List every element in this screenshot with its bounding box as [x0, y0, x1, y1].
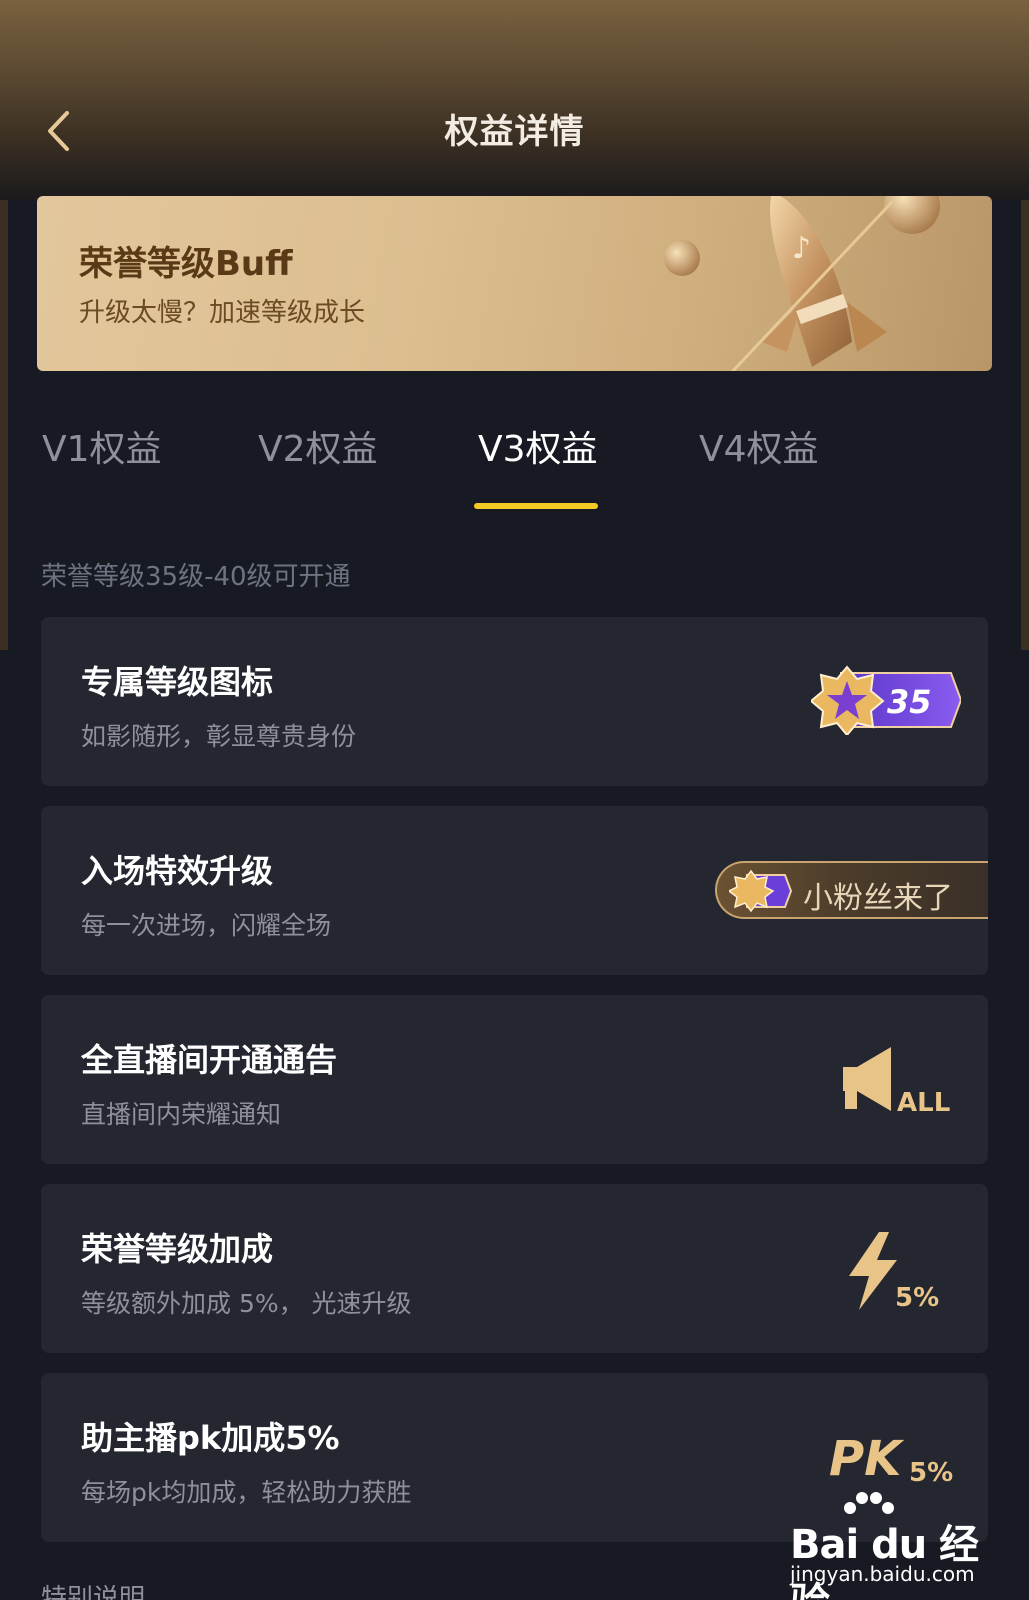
svg-text:♪: ♪ — [792, 231, 811, 266]
level-badge-icon — [729, 869, 793, 913]
app-screen: 权益详情 荣誉等级Buff 升级太慢？加速等级成长 ♪ V1权益 V2权益 V3… — [0, 0, 1029, 1600]
level-badge-icon: 35 — [811, 665, 961, 735]
benefit-title: 荣誉等级加成 — [81, 1230, 274, 1268]
announcement-all-text: ALL — [897, 1088, 950, 1115]
benefit-title: 专属等级图标 — [81, 663, 274, 701]
benefit-subtitle: 等级额外加成 5%， 光速升级 — [81, 1289, 412, 1318]
rocket-illustration: ♪ — [664, 196, 940, 371]
benefit-subtitle: 每场pk均加成，轻松助力获胜 — [81, 1478, 412, 1507]
lightning-icon: 5% — [849, 1232, 939, 1312]
pk-percent-text: 5% — [909, 1458, 953, 1488]
tab-v1[interactable]: V1权益 — [42, 420, 162, 472]
benefit-title: 助主播pk加成5% — [81, 1419, 340, 1457]
benefit-card-level-boost[interactable]: 荣誉等级加成 等级额外加成 5%， 光速升级 5% — [41, 1184, 988, 1353]
benefit-subtitle: 直播间内荣耀通知 — [81, 1100, 282, 1129]
entry-effect-preview: 小粉丝来了 — [715, 861, 988, 919]
tab-v3[interactable]: V3权益 — [478, 420, 598, 472]
tab-v4[interactable]: V4权益 — [699, 420, 819, 472]
banner-subtitle: 升级太慢？加速等级成长 — [79, 298, 366, 328]
pk-icon: PK 5% — [829, 1431, 953, 1488]
active-tab-indicator — [474, 503, 598, 509]
benefit-title: 入场特效升级 — [81, 852, 274, 890]
megaphone-icon: ALL — [843, 1047, 950, 1115]
level-tabs: V1权益 V2权益 V3权益 V4权益 — [0, 408, 1029, 509]
special-notes-heading: 特别说明 — [41, 1584, 146, 1600]
benefit-title: 全直播间开通通告 — [81, 1041, 338, 1079]
pk-text: PK — [829, 1431, 905, 1487]
header: 权益详情 — [0, 0, 1029, 200]
badge-level-number: 35 — [887, 683, 932, 721]
banner-title: 荣誉等级Buff — [79, 244, 293, 284]
watermark-brand: Bai du 经验 — [790, 1522, 979, 1600]
benefit-subtitle: 如影随形，彰显尊贵身份 — [81, 722, 357, 751]
unlock-requirement: 荣誉等级35级-40级可开通 — [41, 562, 351, 592]
benefit-card-announcement[interactable]: 全直播间开通通告 直播间内荣耀通知 ALL — [41, 995, 988, 1164]
page-title: 权益详情 — [444, 112, 585, 152]
benefit-subtitle: 每一次进场，闪耀全场 — [81, 911, 332, 940]
benefit-card-entry-effect[interactable]: 入场特效升级 每一次进场，闪耀全场 小粉丝来了 — [41, 806, 988, 975]
watermark-url: jingyan.baidu.com — [790, 1562, 975, 1586]
tab-v2[interactable]: V2权益 — [258, 420, 378, 472]
benefit-card-level-icon[interactable]: 专属等级图标 如影随形，彰显尊贵身份 35 — [41, 617, 988, 786]
boost-percent-text: 5% — [895, 1283, 939, 1312]
buff-banner[interactable]: 荣誉等级Buff 升级太慢？加速等级成长 ♪ — [37, 196, 992, 371]
baidu-watermark: Bai du 经验 jingyan.baidu.com — [790, 1490, 1000, 1600]
entry-effect-text: 小粉丝来了 — [803, 881, 953, 916]
